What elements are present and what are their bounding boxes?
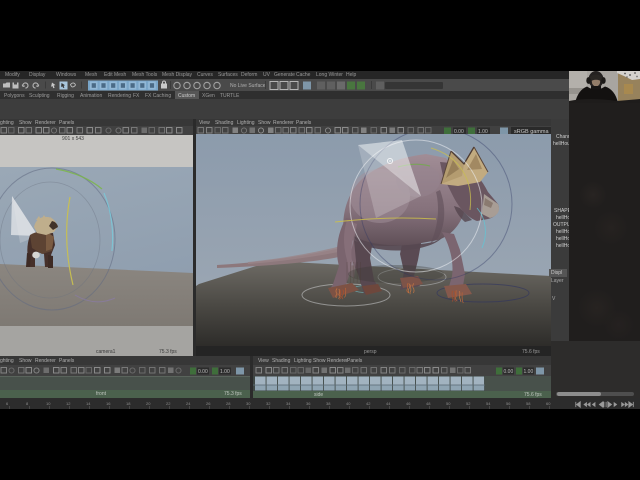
svg-text:0.00: 0.00 [504,369,514,375]
svg-text:1.00: 1.00 [220,369,230,375]
svg-text:1.00: 1.00 [524,369,534,375]
svg-text:0.00: 0.00 [198,369,208,375]
